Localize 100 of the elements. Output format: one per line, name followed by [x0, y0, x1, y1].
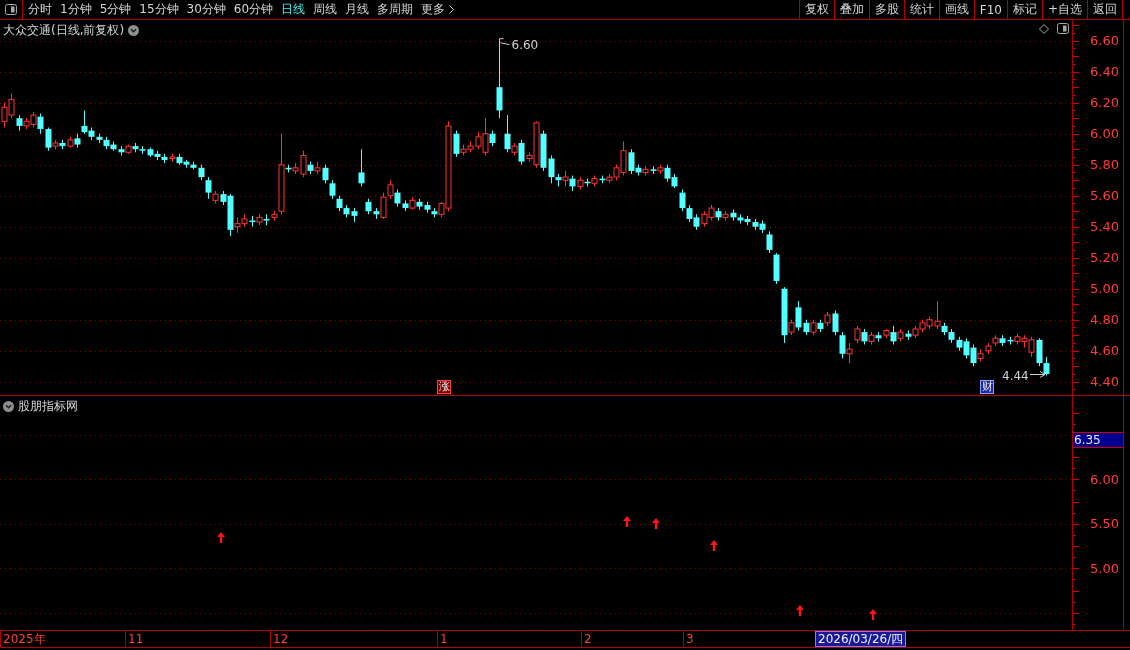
falling-candle: [518, 139, 525, 166]
falling-candle: [584, 178, 591, 187]
up-arrow-icon: [217, 532, 225, 543]
rising-candle: [409, 196, 416, 211]
toolbar-button[interactable]: 标记: [1006, 0, 1042, 19]
price-axis-label: 4.80: [1090, 312, 1119, 328]
falling-candle: [453, 130, 460, 158]
up-arrow-icon: [623, 516, 631, 527]
falling-candle: [358, 148, 365, 187]
panel-toggle-icon[interactable]: [1057, 23, 1069, 34]
indicator-title: 股朋指标网: [18, 398, 78, 415]
falling-candle: [861, 328, 868, 345]
rising-candle: [788, 319, 795, 336]
period-tab[interactable]: 5分钟: [95, 0, 136, 19]
price-axis-label: 5.80: [1090, 157, 1119, 173]
price-high-label: 6.60: [511, 37, 539, 52]
indicator-axis-label: 6.00: [1090, 471, 1119, 487]
toolbar-button[interactable]: 叠加: [833, 0, 869, 19]
event-marker[interactable]: 财: [980, 380, 994, 394]
time-axis-label: 1: [437, 631, 448, 647]
falling-candle: [569, 175, 576, 192]
time-axis-label: 3: [683, 631, 694, 647]
rising-candle: [657, 164, 664, 175]
period-tab[interactable]: 60分钟: [229, 0, 278, 19]
toolbar-button[interactable]: F10: [973, 0, 1007, 19]
indicator-axis-label: 5.50: [1090, 516, 1119, 532]
time-axis-label: 2025年: [0, 631, 46, 647]
rising-candle: [212, 190, 219, 204]
time-axis-label: 2: [581, 631, 592, 647]
falling-candle: [59, 139, 66, 150]
event-marker[interactable]: 涨: [437, 380, 451, 394]
rising-candle: [897, 328, 904, 342]
diamond-icon[interactable]: [1039, 23, 1049, 34]
dropdown-icon[interactable]: [3, 401, 14, 412]
period-tab[interactable]: 周线: [309, 0, 342, 19]
leader-line: [499, 38, 510, 46]
toolbar-button[interactable]: +自选: [1041, 0, 1087, 19]
rising-candle: [314, 161, 321, 175]
falling-candle: [875, 331, 882, 342]
falling-candle: [890, 325, 897, 345]
up-arrow-icon: [796, 605, 804, 616]
rising-candle: [722, 210, 729, 221]
price-axis-label: 6.00: [1090, 126, 1119, 142]
price-axis-label: 5.60: [1090, 188, 1119, 204]
rising-candle: [169, 153, 176, 163]
period-tab[interactable]: 15分钟: [135, 0, 183, 19]
time-axis-label: 12: [270, 631, 289, 647]
more-menu-button[interactable]: 更多: [417, 0, 459, 19]
rising-candle: [52, 139, 59, 150]
toolbar-button[interactable]: 统计: [903, 0, 939, 19]
falling-candle: [285, 164, 292, 173]
cursor-date-label: 2026/03/26/四: [815, 631, 907, 647]
chevron-right-icon: [449, 5, 455, 14]
falling-candle: [307, 161, 314, 175]
price-axis-label: 4.60: [1090, 343, 1119, 359]
panel-toggle-icon[interactable]: [5, 4, 17, 15]
price-axis-label: 5.00: [1090, 281, 1119, 297]
period-tab[interactable]: 30分钟: [182, 0, 230, 19]
rising-candle: [67, 136, 74, 149]
falling-candle: [905, 330, 912, 341]
rising-candle: [810, 319, 817, 336]
toolbar-button[interactable]: 返回: [1087, 0, 1122, 19]
price-axis-label: 6.20: [1090, 95, 1119, 111]
rising-candle: [511, 142, 518, 156]
period-tab[interactable]: 多周期: [373, 0, 418, 19]
rising-candle: [883, 328, 890, 339]
dropdown-icon[interactable]: [128, 25, 140, 36]
price-axis-label: 5.40: [1090, 219, 1119, 235]
falling-candle: [715, 207, 722, 221]
rising-candle: [642, 165, 649, 177]
time-axis-label: 11: [125, 631, 144, 647]
toolbar-button[interactable]: 画线: [938, 0, 974, 19]
price-axis-label: 6.40: [1090, 64, 1119, 80]
toolbar-button[interactable]: 多股: [868, 0, 904, 19]
period-tab[interactable]: 1分钟: [56, 0, 96, 19]
up-arrow-icon: [652, 518, 660, 529]
indicator-axis-label: 5.00: [1090, 560, 1119, 576]
rising-candle: [824, 311, 831, 327]
period-tab[interactable]: 分时: [24, 0, 56, 19]
price-low-label: 4.44: [1002, 368, 1029, 383]
period-tab[interactable]: 月线: [341, 0, 374, 19]
falling-candle: [599, 175, 606, 184]
rising-candle: [577, 176, 584, 190]
toolbar-button[interactable]: 复权: [798, 0, 834, 19]
falling-candle: [263, 213, 270, 226]
price-axis-label: 6.60: [1090, 33, 1119, 49]
current-value-label: 6.35: [1073, 432, 1123, 448]
falling-candle: [650, 165, 657, 175]
rising-candle: [256, 213, 263, 226]
falling-candle: [16, 114, 23, 132]
rising-candle: [125, 144, 132, 155]
falling-candle: [817, 319, 824, 333]
period-tab[interactable]: 日线: [277, 0, 310, 19]
rising-candle: [591, 175, 598, 187]
rising-candle: [868, 331, 875, 345]
up-arrow-icon: [710, 540, 718, 551]
leader-arrow: [1029, 371, 1046, 378]
falling-candle: [489, 130, 496, 147]
up-arrow-icon: [869, 609, 877, 620]
price-axis-label: 4.40: [1090, 374, 1119, 390]
